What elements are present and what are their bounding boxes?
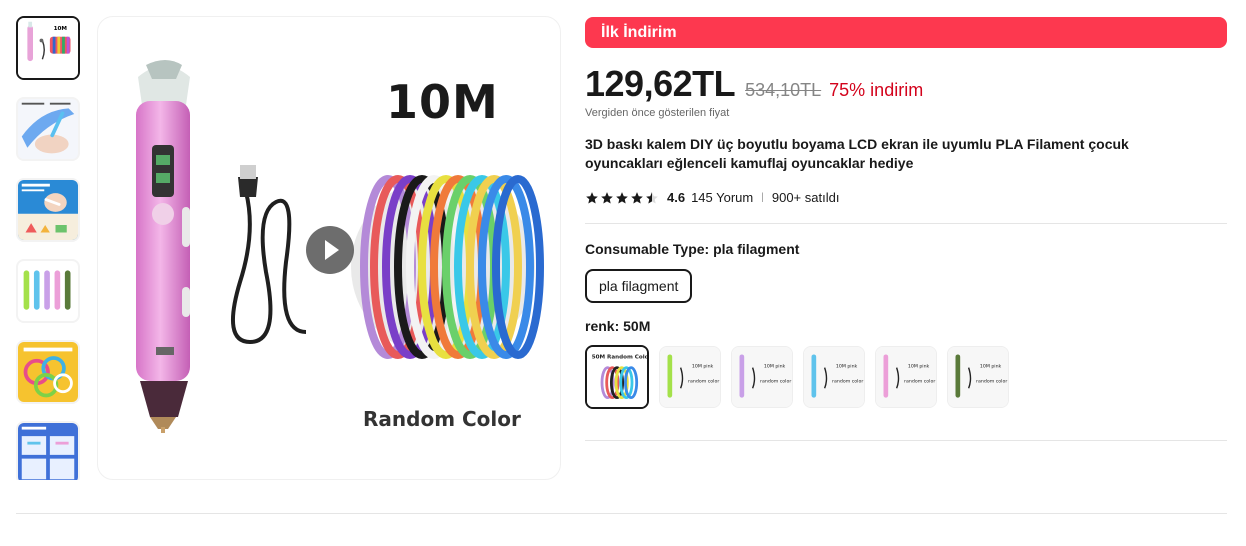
- svg-text:50M Random Color: 50M Random Color: [592, 354, 647, 360]
- thumbnail-5[interactable]: [16, 340, 80, 404]
- svg-text:10M pink: 10M pink: [980, 364, 1002, 370]
- swatch-pink-pen[interactable]: 10M pink random color: [875, 346, 937, 408]
- star-icon: [631, 191, 643, 204]
- swatch-50m-random[interactable]: 50M Random Color: [585, 345, 649, 409]
- price-tax-note: Vergiden önce gösterilen fiyat: [585, 107, 730, 119]
- first-discount-banner: İlk İndirim: [585, 17, 1227, 48]
- sold-count: 900+ satıldı: [771, 190, 840, 205]
- divider: [585, 440, 1227, 441]
- product-title: 3D baskı kalem DIY üç boyutlu boyama LCD…: [585, 136, 1129, 171]
- star-icon: [616, 191, 628, 204]
- original-price: 534,10TL: [745, 80, 822, 100]
- reviews-link[interactable]: 145 Yorum: [691, 190, 753, 205]
- swatch-blue-pen[interactable]: 10M pink random color: [803, 346, 865, 408]
- main-image-headline: 10M: [386, 75, 499, 129]
- play-video-button[interactable]: [306, 226, 354, 274]
- rating-stars: [585, 191, 659, 205]
- product-info: İlk İndirim 129,62TL 534,10TL 75% indiri…: [585, 17, 1227, 441]
- color-swatches: 50M Random Color 10M pink random color 10…: [585, 345, 1227, 409]
- consumable-option-pla[interactable]: pla filagment: [585, 269, 693, 303]
- thumbnail-strip: 10M: [16, 16, 82, 480]
- thumbnail-6[interactable]: [16, 421, 80, 480]
- main-image-caption: Random Color: [363, 407, 521, 431]
- half-star-icon: [646, 191, 658, 204]
- product-page: 10M 10M Random Color İlk İndirim 129,62T…: [0, 0, 1246, 546]
- svg-text:random color: random color: [688, 379, 719, 385]
- consumable-type-label: Consumable Type: pla filagment: [585, 241, 800, 257]
- price-row: 129,62TL 534,10TL 75% indirim: [585, 63, 1227, 105]
- main-product-image[interactable]: 10M Random Color: [97, 16, 561, 480]
- svg-text:10M: 10M: [54, 26, 68, 32]
- star-icon: [601, 191, 613, 204]
- svg-text:10M pink: 10M pink: [908, 364, 930, 370]
- thumbnail-3[interactable]: [16, 178, 80, 242]
- divider: [585, 223, 1227, 224]
- page-divider: [16, 513, 1227, 514]
- svg-text:10M pink: 10M pink: [692, 364, 714, 370]
- svg-text:random color: random color: [760, 379, 791, 385]
- svg-text:random color: random color: [832, 379, 863, 385]
- svg-text:random color: random color: [904, 379, 935, 385]
- svg-text:10M pink: 10M pink: [764, 364, 786, 370]
- thumbnail-4[interactable]: [16, 259, 80, 323]
- color-label: renk: 50M: [585, 318, 651, 334]
- star-icon: [586, 191, 598, 204]
- separator: |: [761, 192, 764, 203]
- discount-label: 75% indirim: [829, 80, 924, 100]
- svg-text:10M pink: 10M pink: [836, 364, 858, 370]
- rating-value: 4.6: [667, 190, 686, 205]
- svg-text:random color: random color: [976, 379, 1007, 385]
- thumbnail-2[interactable]: [16, 97, 80, 161]
- current-price: 129,62TL: [585, 63, 736, 104]
- swatch-camo-pen[interactable]: 10M pink random color: [947, 346, 1009, 408]
- thumbnail-1[interactable]: 10M: [16, 16, 80, 80]
- swatch-violet-pen[interactable]: 10M pink random color: [731, 346, 793, 408]
- rating-row: 4.6 145 Yorum | 900+ satıldı: [585, 190, 1227, 205]
- swatch-green-pen[interactable]: 10M pink random color: [659, 346, 721, 408]
